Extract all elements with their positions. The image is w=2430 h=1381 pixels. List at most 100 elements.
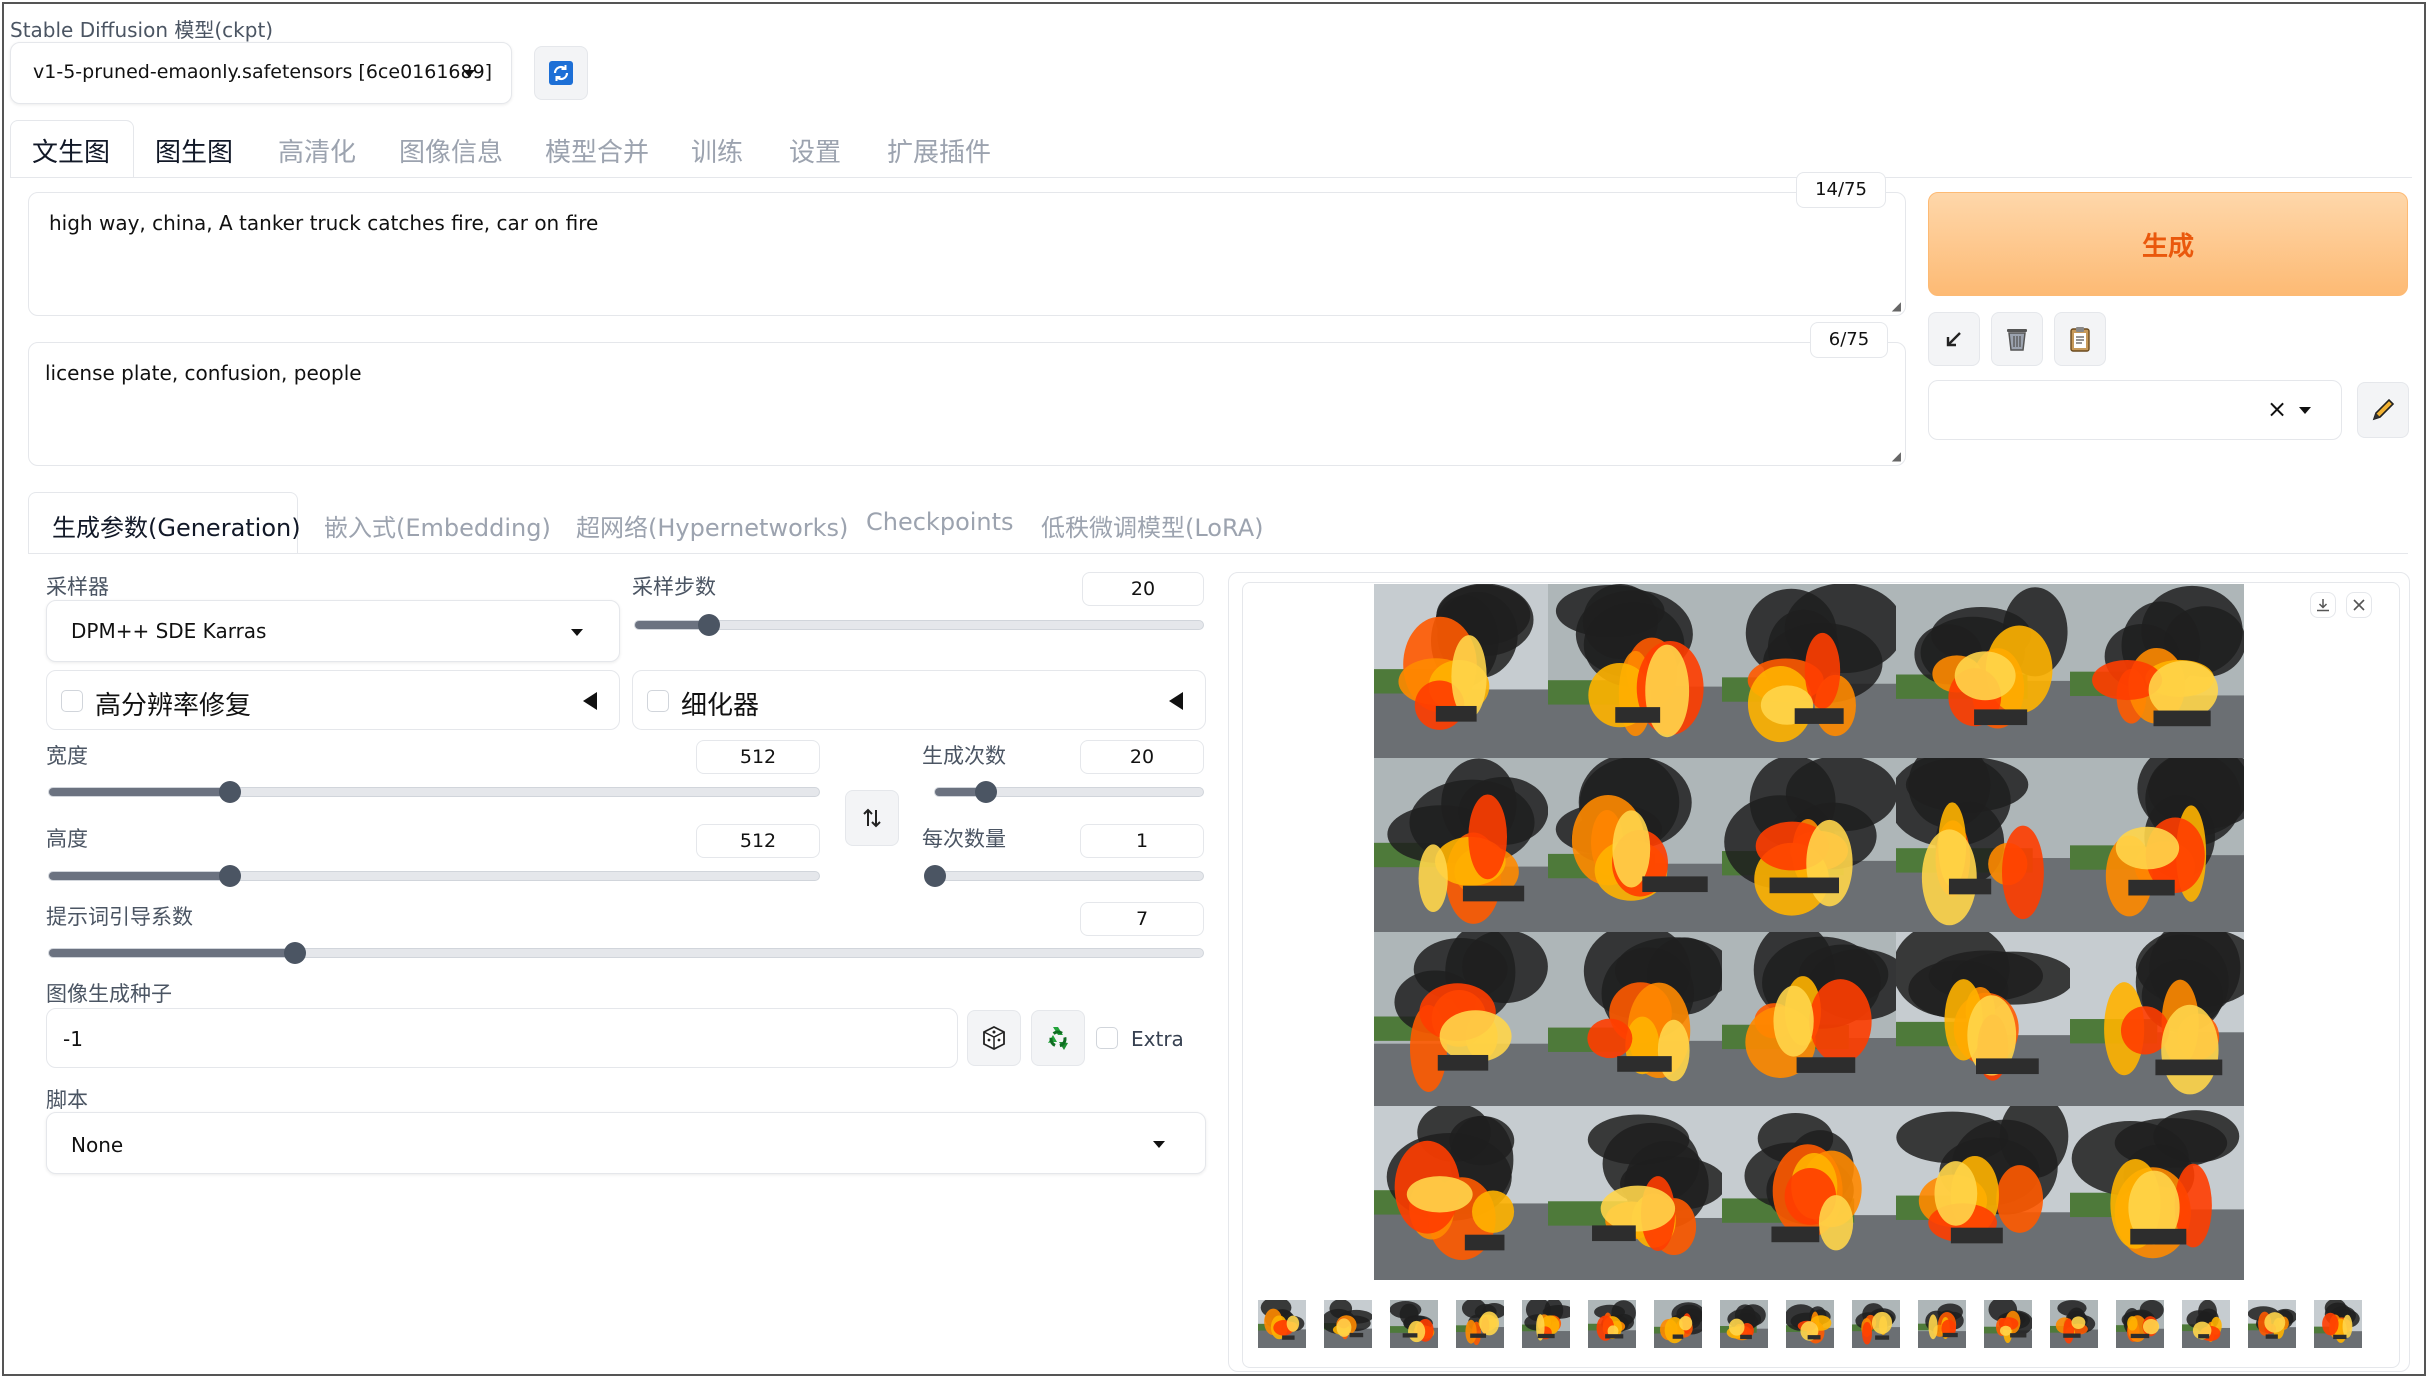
swap-icon: [863, 808, 881, 828]
tab-img2img[interactable]: 图生图: [155, 132, 233, 169]
subtab-embedding[interactable]: 嵌入式(Embedding): [324, 508, 551, 543]
gallery-thumbnail[interactable]: [1786, 1300, 1834, 1348]
generated-image[interactable]: [2070, 1106, 2244, 1280]
generated-image[interactable]: [1548, 758, 1722, 932]
generated-image[interactable]: [1722, 1106, 1896, 1280]
slider-handle[interactable]: [697, 614, 720, 636]
slider-handle[interactable]: [924, 865, 946, 887]
tab-extensions[interactable]: 扩展插件: [887, 132, 991, 169]
tab-settings[interactable]: 设置: [789, 132, 841, 169]
generated-image[interactable]: [1722, 758, 1896, 932]
chevron-down-icon: [571, 629, 583, 636]
gallery-thumbnail[interactable]: [1984, 1300, 2032, 1348]
close-gallery-button[interactable]: [2346, 592, 2372, 618]
tab-png-info[interactable]: 图像信息: [399, 132, 503, 169]
generate-button[interactable]: 生成: [1928, 192, 2408, 296]
collapse-icon[interactable]: [1169, 692, 1183, 710]
generated-image[interactable]: [1896, 584, 2070, 758]
gallery-thumbnail[interactable]: [1456, 1300, 1504, 1348]
clear-prompt-button[interactable]: [1991, 312, 2043, 366]
positive-prompt-input[interactable]: high way, china, A tanker truck catches …: [28, 192, 1906, 316]
generated-image[interactable]: [1548, 1106, 1722, 1280]
edit-styles-button[interactable]: [2357, 382, 2409, 438]
gallery-thumbnail[interactable]: [2314, 1300, 2362, 1348]
batch-count-input[interactable]: 20: [1080, 740, 1204, 774]
seed-input[interactable]: -1: [46, 1008, 958, 1068]
steps-input[interactable]: 20: [1082, 572, 1204, 606]
generated-image[interactable]: [1896, 1106, 2070, 1280]
subtab-checkpoints[interactable]: Checkpoints: [866, 508, 1014, 536]
batch-count-slider[interactable]: [934, 781, 1204, 803]
tab-txt2img[interactable]: 文生图: [32, 132, 110, 169]
image-grid[interactable]: [1374, 584, 2244, 1280]
tab-merge[interactable]: 模型合并: [545, 132, 649, 169]
batch-size-input[interactable]: 1: [1080, 824, 1204, 858]
gallery-thumbnail[interactable]: [2248, 1300, 2296, 1348]
swap-dimensions-button[interactable]: [845, 790, 899, 846]
apply-style-button[interactable]: [2054, 312, 2106, 366]
subtab-lora[interactable]: 低秩微调模型(LoRA): [1041, 508, 1263, 543]
reuse-seed-button[interactable]: [1031, 1010, 1085, 1066]
generated-image[interactable]: [1896, 758, 2070, 932]
negative-prompt-input[interactable]: license plate, confusion, people ◢: [28, 342, 1906, 466]
sampler-select[interactable]: DPM++ SDE Karras: [46, 600, 620, 662]
gallery-thumbnail[interactable]: [1720, 1300, 1768, 1348]
generated-image[interactable]: [1548, 584, 1722, 758]
subtab-hypernetworks[interactable]: 超网络(Hypernetworks): [576, 508, 848, 543]
gallery-thumbnail[interactable]: [2182, 1300, 2230, 1348]
generated-image[interactable]: [1374, 932, 1548, 1106]
generated-image[interactable]: [1374, 758, 1548, 932]
gallery-thumbnail[interactable]: [1390, 1300, 1438, 1348]
tab-extras[interactable]: 高清化: [278, 132, 356, 169]
batch-size-slider[interactable]: [924, 865, 1204, 887]
slider-handle[interactable]: [218, 865, 241, 887]
script-select[interactable]: None: [46, 1112, 1206, 1174]
random-seed-button[interactable]: [967, 1010, 1021, 1066]
hires-fix-checkbox[interactable]: [61, 690, 83, 712]
clear-style-icon[interactable]: ×: [2267, 395, 2287, 423]
slider-handle[interactable]: [283, 942, 306, 964]
resize-handle-icon[interactable]: ◢: [1892, 449, 1901, 463]
refiner-accordion[interactable]: 细化器: [632, 670, 1206, 730]
gallery-thumbnail[interactable]: [2050, 1300, 2098, 1348]
generated-image[interactable]: [2070, 584, 2244, 758]
gallery-thumbnail[interactable]: [1918, 1300, 1966, 1348]
steps-slider[interactable]: [634, 614, 1204, 636]
tab-train[interactable]: 训练: [691, 132, 743, 169]
refresh-model-button[interactable]: [534, 46, 588, 100]
gallery-thumbnail[interactable]: [1654, 1300, 1702, 1348]
read-params-button[interactable]: [1928, 312, 1980, 366]
subtab-generation[interactable]: 生成参数(Generation): [52, 508, 301, 543]
generated-image[interactable]: [2070, 932, 2244, 1106]
width-input[interactable]: 512: [696, 740, 820, 774]
gallery-thumbnail[interactable]: [1258, 1300, 1306, 1348]
generated-image[interactable]: [1548, 932, 1722, 1106]
gallery-thumbnail[interactable]: [1522, 1300, 1570, 1348]
generated-image[interactable]: [1374, 584, 1548, 758]
cfg-slider[interactable]: [48, 942, 1204, 964]
slider-handle[interactable]: [218, 781, 241, 803]
seed-value: -1: [63, 1027, 83, 1051]
slider-handle[interactable]: [974, 781, 997, 803]
width-slider[interactable]: [48, 781, 820, 803]
height-slider[interactable]: [48, 865, 820, 887]
height-input[interactable]: 512: [696, 824, 820, 858]
generated-image[interactable]: [1722, 584, 1896, 758]
hires-fix-accordion[interactable]: 高分辨率修复: [46, 670, 620, 730]
refiner-checkbox[interactable]: [647, 690, 669, 712]
gallery-thumbnail[interactable]: [1852, 1300, 1900, 1348]
collapse-icon[interactable]: [583, 692, 597, 710]
styles-select[interactable]: ×: [1928, 380, 2342, 440]
gallery-thumbnail[interactable]: [2116, 1300, 2164, 1348]
gallery-thumbnail[interactable]: [1324, 1300, 1372, 1348]
resize-handle-icon[interactable]: ◢: [1892, 299, 1901, 313]
extra-seed-checkbox[interactable]: [1096, 1027, 1118, 1049]
download-button[interactable]: [2310, 592, 2336, 618]
generated-image[interactable]: [1722, 932, 1896, 1106]
generated-image[interactable]: [1374, 1106, 1548, 1280]
model-select[interactable]: v1-5-pruned-emaonly.safetensors [6ce0161…: [10, 42, 512, 104]
generated-image[interactable]: [1896, 932, 2070, 1106]
generated-image[interactable]: [2070, 758, 2244, 932]
gallery-thumbnail[interactable]: [1588, 1300, 1636, 1348]
cfg-input[interactable]: 7: [1080, 902, 1204, 936]
